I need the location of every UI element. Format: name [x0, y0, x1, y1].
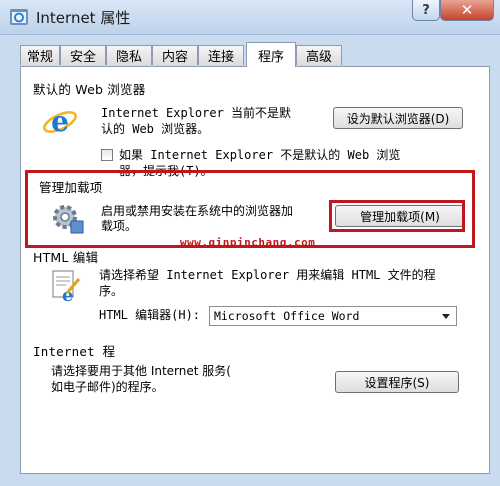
html-editor-value: Microsoft Office Word [214, 309, 360, 323]
tab-general[interactable]: 常规 [20, 45, 60, 65]
html-editing-title: HTML 编辑 [33, 250, 99, 265]
svg-text:e: e [51, 105, 69, 138]
addons-button-highlight-box [329, 200, 465, 232]
programs-desc-line2: 如电子邮件)的程序。 [51, 380, 164, 394]
internet-options-icon [10, 9, 28, 25]
prompt-default-checkbox[interactable] [101, 149, 113, 161]
chevron-down-icon [442, 314, 450, 319]
html-editing-desc-line1: 请选择希望 Internet Explorer 用来编辑 HTML 文件的程 [99, 268, 436, 282]
html-editing-desc-line2: 序。 [99, 284, 124, 298]
tab-security[interactable]: 安全 [60, 45, 106, 65]
default-browser-status-line1: Internet Explorer 当前不是默 [101, 106, 292, 120]
ie-logo-icon: e [43, 105, 77, 138]
window-title: Internet 属性 [36, 9, 131, 27]
tab-programs[interactable]: 程序 [246, 42, 296, 67]
tab-content[interactable]: 内容 [152, 45, 198, 65]
default-browser-title: 默认的 Web 浏览器 [33, 82, 146, 97]
prompt-default-label-line1: 如果 Internet Explorer 不是默认的 Web 浏览 [119, 148, 401, 162]
close-button[interactable]: ✕ [440, 0, 494, 21]
set-default-browser-button[interactable]: 设为默认浏览器(D) [333, 107, 463, 129]
internet-programs-title: Internet 程 [33, 344, 116, 359]
set-programs-button[interactable]: 设置程序(S) [335, 371, 459, 393]
help-button[interactable]: ? [412, 0, 440, 21]
title-bar: Internet 属性 ? ✕ [0, 0, 500, 35]
html-editor-label: HTML 编辑器(H): [99, 308, 201, 322]
html-editor-select[interactable]: Microsoft Office Word [209, 306, 457, 326]
watermark-text: www.qinpinchang.com [180, 236, 316, 249]
programs-panel: 默认的 Web 浏览器 e Internet Explorer 当前不是默 认的… [20, 66, 490, 474]
html-editor-icon: e [52, 270, 81, 303]
tab-connections[interactable]: 连接 [198, 45, 244, 65]
tab-advanced[interactable]: 高级 [296, 45, 342, 65]
default-browser-status-line2: 认的 Web 浏览器。 [101, 122, 210, 136]
programs-desc-line1: 请选择要用于其他 Internet 服务( [51, 364, 231, 378]
tab-privacy[interactable]: 隐私 [106, 45, 152, 65]
